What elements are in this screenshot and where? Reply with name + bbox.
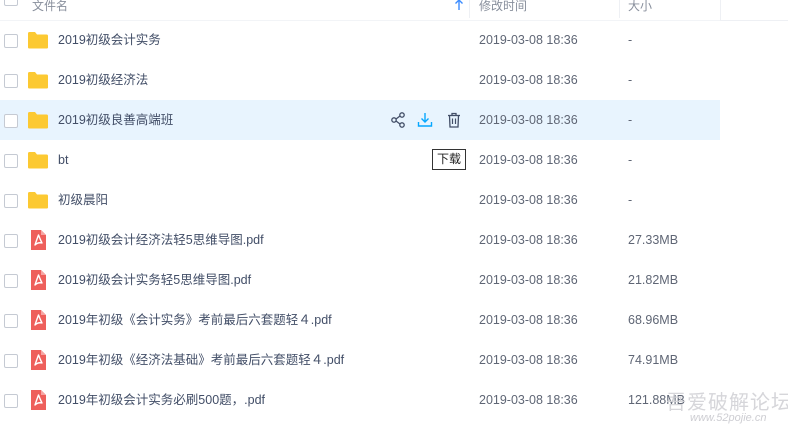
file-modified-time: 2019-03-08 18:36 bbox=[479, 313, 578, 327]
file-row[interactable]: 2019年初级《会计实务》考前最后六套题轻４.pdf 2019-03-08 18:… bbox=[0, 300, 720, 340]
side-panel-edge bbox=[720, 0, 788, 21]
row-checkbox[interactable] bbox=[4, 314, 18, 328]
row-checkbox[interactable] bbox=[4, 394, 18, 408]
pdf-file-icon bbox=[27, 230, 49, 250]
file-name[interactable]: 2019初级会计经济法轻5思维导图.pdf bbox=[58, 220, 264, 260]
file-modified-time: 2019-03-08 18:36 bbox=[479, 33, 578, 47]
row-checkbox[interactable] bbox=[4, 74, 18, 88]
row-checkbox[interactable] bbox=[4, 354, 18, 368]
column-header-size[interactable]: 大小 bbox=[628, 0, 652, 16]
trash-icon[interactable] bbox=[445, 111, 463, 129]
file-name[interactable]: 2019年初级《经济法基础》考前最后六套题轻４.pdf bbox=[58, 340, 344, 380]
file-row[interactable]: 2019初级会计经济法轻5思维导图.pdf 2019-03-08 18:36 27.… bbox=[0, 220, 720, 260]
file-size: 68.96MB bbox=[628, 313, 679, 327]
file-modified-time: 2019-03-08 18:36 bbox=[479, 153, 578, 167]
file-modified-time: 2019-03-08 18:36 bbox=[479, 393, 578, 407]
column-header-name[interactable]: 文件名 bbox=[32, 0, 68, 16]
file-name[interactable]: 2019初级会计实务轻5思维导图.pdf bbox=[58, 260, 251, 300]
column-header-modified[interactable]: 修改时间 bbox=[479, 0, 527, 16]
pdf-file-icon bbox=[27, 390, 49, 410]
folder-icon bbox=[27, 30, 49, 50]
file-row[interactable]: 2019年初级会计实务必刷500题，.pdf 2019-03-08 18:36 12… bbox=[0, 380, 720, 420]
file-name[interactable]: 2019年初级会计实务必刷500题，.pdf bbox=[58, 380, 265, 420]
pdf-file-icon bbox=[27, 350, 49, 370]
file-name[interactable]: 初级晨阳 bbox=[58, 180, 108, 220]
file-modified-time: 2019-03-08 18:36 bbox=[479, 113, 578, 127]
file-name[interactable]: bt bbox=[58, 140, 68, 180]
watermark-url: www.52pojie.cn bbox=[690, 412, 767, 424]
row-checkbox[interactable] bbox=[4, 154, 18, 168]
file-size: - bbox=[628, 113, 633, 127]
download-tooltip: 下载 bbox=[432, 149, 467, 170]
file-row[interactable]: 初级晨阳 2019-03-08 18:36 - bbox=[0, 180, 720, 220]
column-divider bbox=[469, 0, 470, 18]
file-name[interactable]: 2019年初级《会计实务》考前最后六套题轻４.pdf bbox=[58, 300, 332, 340]
file-name[interactable]: 2019初级会计实务 bbox=[58, 20, 161, 60]
column-divider bbox=[619, 0, 620, 18]
file-modified-time: 2019-03-08 18:36 bbox=[479, 353, 578, 367]
file-name[interactable]: 2019初级良善高端班 bbox=[58, 100, 173, 140]
file-size: - bbox=[628, 73, 633, 87]
file-size: - bbox=[628, 153, 633, 167]
file-modified-time: 2019-03-08 18:36 bbox=[479, 73, 578, 87]
folder-icon bbox=[27, 190, 49, 210]
file-name[interactable]: 2019初级经济法 bbox=[58, 60, 148, 100]
sort-ascending-icon[interactable] bbox=[452, 0, 466, 12]
file-modified-time: 2019-03-08 18:36 bbox=[479, 273, 578, 287]
row-checkbox[interactable] bbox=[4, 234, 18, 248]
file-size: - bbox=[628, 193, 633, 207]
file-row[interactable]: 2019初级会计实务轻5思维导图.pdf 2019-03-08 18:36 21.8… bbox=[0, 260, 720, 300]
file-modified-time: 2019-03-08 18:36 bbox=[479, 233, 578, 247]
file-size: - bbox=[628, 33, 633, 47]
pdf-file-icon bbox=[27, 310, 49, 330]
watermark: 吾爱破解论坛 bbox=[666, 392, 788, 414]
file-row[interactable]: 2019初级会计实务 2019-03-08 18:36 - bbox=[0, 20, 720, 60]
download-icon[interactable] bbox=[416, 111, 434, 129]
row-checkbox[interactable] bbox=[4, 194, 18, 208]
file-size: 27.33MB bbox=[628, 233, 679, 247]
select-all-checkbox[interactable] bbox=[4, 0, 18, 6]
file-modified-time: 2019-03-08 18:36 bbox=[479, 193, 578, 207]
file-size: 74.91MB bbox=[628, 353, 679, 367]
folder-icon bbox=[27, 70, 49, 90]
file-row[interactable]: 2019初级经济法 2019-03-08 18:36 - bbox=[0, 60, 720, 100]
folder-icon bbox=[27, 150, 49, 170]
share-icon[interactable] bbox=[389, 111, 407, 129]
file-row[interactable]: 2019初级良善高端班 2019-03-08 18:36 - bbox=[0, 100, 720, 140]
file-size: 21.82MB bbox=[628, 273, 679, 287]
file-list-header: 文件名 修改时间 大小 bbox=[0, 0, 720, 21]
file-row[interactable]: 2019年初级《经济法基础》考前最后六套题轻４.pdf 2019-03-08 18… bbox=[0, 340, 720, 380]
row-checkbox[interactable] bbox=[4, 274, 18, 288]
row-checkbox[interactable] bbox=[4, 114, 18, 128]
file-row[interactable]: bt 2019-03-08 18:36 - bbox=[0, 140, 720, 180]
pdf-file-icon bbox=[27, 270, 49, 290]
row-checkbox[interactable] bbox=[4, 34, 18, 48]
folder-icon bbox=[27, 110, 49, 130]
